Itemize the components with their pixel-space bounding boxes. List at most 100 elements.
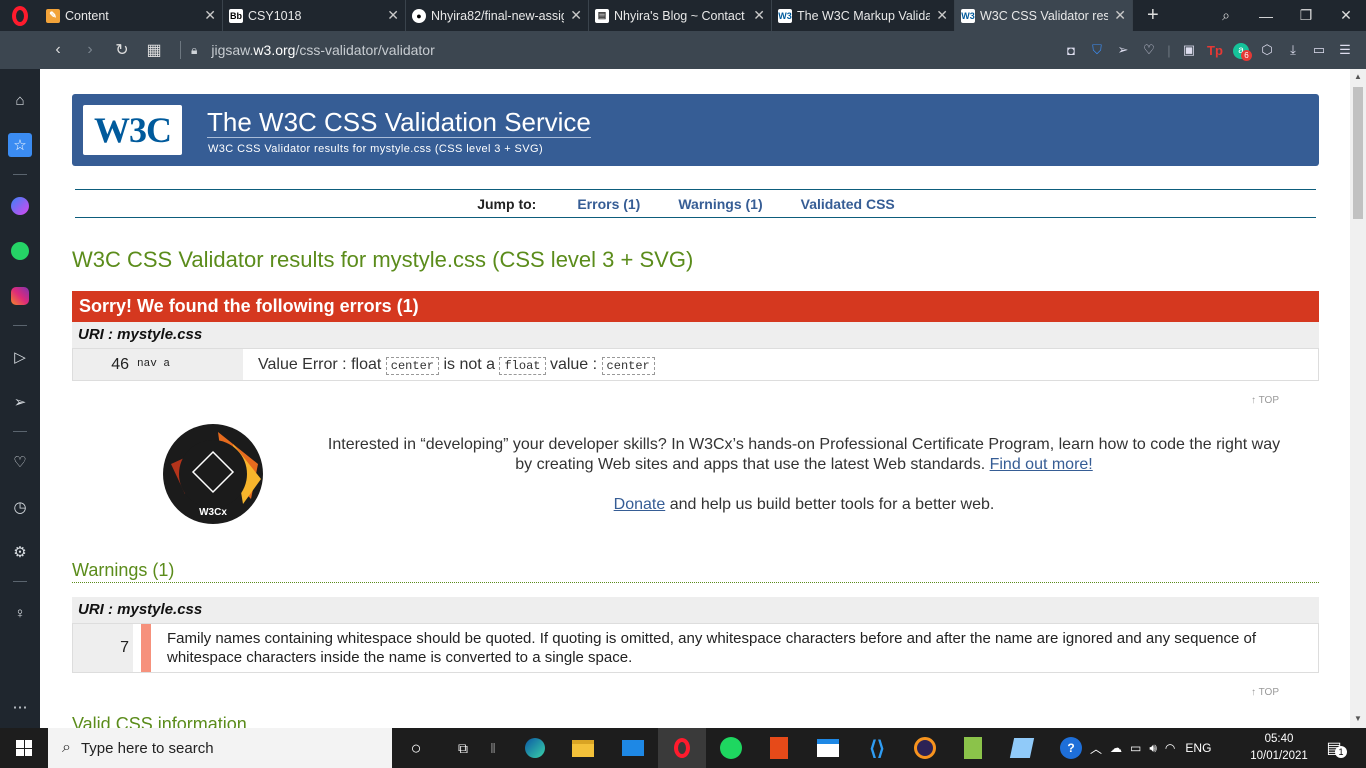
notes-app-icon[interactable] <box>1009 736 1035 760</box>
new-tab-icon[interactable]: + <box>1147 4 1169 27</box>
reload-icon[interactable]: ↻ <box>106 40 138 60</box>
spotify-logo-icon <box>720 737 742 759</box>
player-icon[interactable]: ▷ <box>8 345 32 369</box>
camera-icon[interactable]: ◘ <box>1058 43 1084 58</box>
eclipse-icon[interactable] <box>913 736 937 760</box>
language-indicator[interactable]: ENG <box>1185 741 1211 755</box>
opera-taskbar-icon[interactable] <box>670 736 694 760</box>
scroll-up-icon[interactable]: ▲ <box>1350 72 1366 81</box>
history-icon[interactable]: ◷ <box>8 495 32 519</box>
maximize-icon[interactable]: ❐ <box>1286 7 1326 24</box>
clock-date: 10/01/2021 <box>1250 750 1308 762</box>
url-domain: w3.org <box>253 42 296 58</box>
tab-csy1018[interactable]: Bb CSY1018 ✕ <box>223 0 406 31</box>
cortana-icon[interactable]: ○ <box>404 736 428 760</box>
show-hidden-icons-chevron[interactable]: ︿ <box>1090 740 1102 757</box>
bookmarks-heart-icon[interactable]: ♡ <box>8 450 32 474</box>
spotify-icon[interactable] <box>719 736 743 760</box>
find-out-more-link[interactable]: Find out more! <box>990 456 1093 473</box>
file-explorer-icon[interactable] <box>571 736 595 760</box>
scroll-thumb[interactable] <box>1353 87 1363 219</box>
page-viewport: W3C The W3C CSS Validation Service W3C C… <box>40 69 1350 728</box>
tab-markup-validator[interactable]: W3 The W3C Markup Validat ✕ <box>772 0 955 31</box>
taskbar-search[interactable]: ⌕ Type here to search <box>48 728 392 768</box>
notepad-plus-icon[interactable] <box>961 736 985 760</box>
whatsapp-icon[interactable] <box>8 239 32 263</box>
lock-icon[interactable]: 🔒︎ <box>191 43 197 58</box>
tab-title: Content <box>65 8 109 23</box>
top-link[interactable]: ↑ TOP <box>1251 395 1279 406</box>
divider <box>13 174 27 175</box>
task-view-icon[interactable]: ⧉ <box>451 736 475 760</box>
url-field[interactable]: jigsaw.w3.org/css-validator/validator <box>211 42 434 58</box>
tab-blog[interactable]: ▤ Nhyira's Blog ~ Contact ✕ <box>589 0 772 31</box>
scroll-down-icon[interactable]: ▼ <box>1350 714 1366 723</box>
window-app-icon[interactable] <box>816 736 840 760</box>
tab-css-validator[interactable]: W3 W3C CSS Validator resul ✕ <box>955 0 1133 31</box>
lightbulb-icon[interactable]: ♀ <box>8 601 32 625</box>
more-icon[interactable]: ⋯ <box>8 695 32 719</box>
start-button[interactable] <box>0 728 48 768</box>
tab-content[interactable]: ✎ Content ✕ <box>40 0 223 31</box>
close-window-icon[interactable]: ✕ <box>1326 7 1366 24</box>
download-icon[interactable]: ⤓ <box>1280 42 1306 58</box>
back-icon[interactable]: ‹ <box>42 41 74 59</box>
forward-icon[interactable]: › <box>74 41 106 59</box>
opera-menu-button[interactable] <box>0 0 40 31</box>
cube-icon[interactable]: ⬡ <box>1254 42 1280 58</box>
speed-dial-icon[interactable]: ☆ <box>8 133 32 157</box>
error-row: 46 nav a Value Error : float center is n… <box>72 348 1319 381</box>
jump-errors-link[interactable]: Errors (1) <box>577 196 640 212</box>
donate-link[interactable]: Donate <box>614 496 666 513</box>
onedrive-icon[interactable]: ☁ <box>1110 741 1122 755</box>
home-icon[interactable]: ⌂ <box>8 88 32 112</box>
battery-icon[interactable]: ▭ <box>1130 741 1141 755</box>
clock[interactable]: 05:40 10/01/2021 <box>1247 731 1311 765</box>
notification-count: 1 <box>1335 746 1347 758</box>
battery-saver-icon[interactable]: ▭ <box>1306 42 1332 58</box>
page-scrollbar[interactable]: ▲ ▼ <box>1350 69 1366 728</box>
close-tab-icon[interactable]: ✕ <box>387 7 399 24</box>
close-tab-icon[interactable]: ✕ <box>570 7 582 24</box>
errors-heading: Sorry! We found the following errors (1) <box>72 291 1319 322</box>
tp-extension-icon[interactable]: Tp <box>1202 43 1228 58</box>
instagram-icon[interactable] <box>8 284 32 308</box>
w3c-logo[interactable]: W3C <box>83 105 182 155</box>
shield-icon[interactable]: ⛉ <box>1084 42 1110 58</box>
minimize-icon[interactable]: — <box>1246 8 1286 24</box>
page-title[interactable]: The W3C CSS Validation Service <box>207 107 591 138</box>
w3cx-badge[interactable]: W3Cx <box>163 424 263 524</box>
top-link[interactable]: ↑ TOP <box>1251 687 1279 698</box>
errors-uri: URI : mystyle.css <box>72 322 1319 348</box>
url-path: /css-validator/validator <box>295 42 435 58</box>
close-tab-icon[interactable]: ✕ <box>936 7 948 24</box>
settings-gear-icon[interactable]: ⚙ <box>8 540 32 564</box>
grammarly-icon[interactable]: a6 <box>1228 41 1254 61</box>
close-tab-icon[interactable]: ✕ <box>753 7 765 24</box>
heart-icon[interactable]: ♡ <box>1136 42 1162 58</box>
edge-logo-icon <box>525 738 545 758</box>
tab-github[interactable]: ● Nhyira82/final-new-assig ✕ <box>406 0 589 31</box>
warning-message: Family names containing whitespace shoul… <box>167 630 1257 666</box>
extension-icon[interactable]: ▣ <box>1176 42 1202 58</box>
send-icon[interactable]: ➢ <box>1110 42 1136 58</box>
close-tab-icon[interactable]: ✕ <box>204 7 216 24</box>
close-tab-icon[interactable]: ✕ <box>1114 7 1126 24</box>
search-tabs-icon[interactable]: ⌕ <box>1206 7 1246 24</box>
error-code-value: center <box>385 357 439 375</box>
grid-icon[interactable]: ▦ <box>138 40 170 60</box>
jump-validated-css-link[interactable]: Validated CSS <box>801 196 895 212</box>
jump-warnings-link[interactable]: Warnings (1) <box>678 196 762 212</box>
help-icon[interactable]: ? <box>1060 737 1082 759</box>
error-code-value: center <box>601 357 655 375</box>
flow-icon[interactable]: ➢ <box>8 390 32 414</box>
notifications-icon[interactable]: ▤ 1 <box>1322 736 1347 760</box>
vscode-icon[interactable]: ⟨⟩ <box>865 736 889 760</box>
wifi-icon[interactable]: ◠ <box>1165 741 1175 755</box>
messenger-icon[interactable] <box>8 194 32 218</box>
easy-setup-icon[interactable]: ☰ <box>1332 42 1358 58</box>
mail-icon[interactable] <box>621 736 645 760</box>
edge-icon[interactable] <box>523 736 547 760</box>
office-icon[interactable] <box>767 736 791 760</box>
volume-icon[interactable]: 🔊︎ <box>1149 741 1157 756</box>
